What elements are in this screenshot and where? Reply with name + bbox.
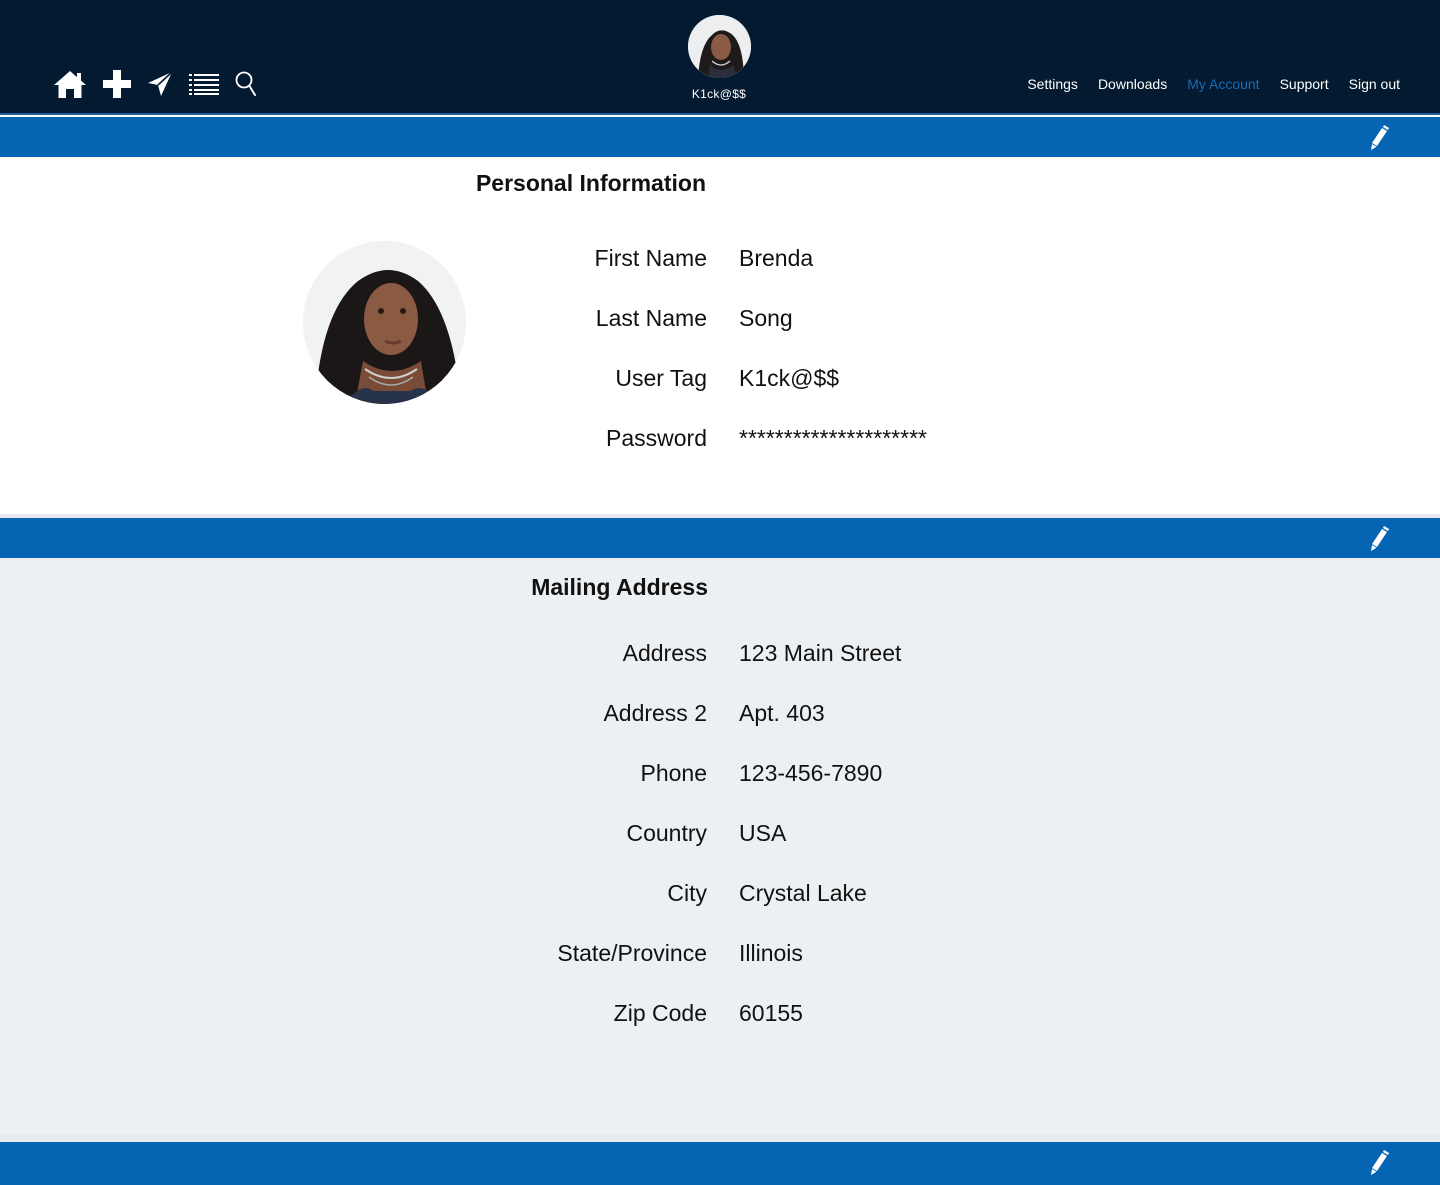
section-divider <box>0 1134 1440 1142</box>
nav-link-downloads[interactable]: Downloads <box>1098 76 1167 92</box>
nav-links: Settings Downloads My Account Support Si… <box>1007 76 1400 92</box>
last-name-row: Last Name Song <box>0 305 1440 335</box>
nav-link-sign-out[interactable]: Sign out <box>1349 76 1400 92</box>
first-name-value: Brenda <box>739 245 814 271</box>
address-label: Address <box>622 640 707 666</box>
country-value: USA <box>739 820 787 846</box>
home-icon[interactable] <box>52 68 88 100</box>
user-tag-value: K1ck@$$ <box>739 365 840 391</box>
password-label: Password <box>606 425 707 451</box>
send-icon[interactable] <box>146 70 174 98</box>
nav-link-my-account[interactable]: My Account <box>1187 76 1259 92</box>
address2-row: Address 2 Apt. 403 <box>0 700 1440 730</box>
personal-info-panel: Personal Information First Name Brenda L… <box>0 157 1440 514</box>
password-row: Password ********************* <box>0 425 1440 455</box>
city-label: City <box>667 880 707 906</box>
nav-profile: K1ck@$$ <box>680 15 758 101</box>
state-value: Illinois <box>739 940 803 966</box>
country-label: Country <box>626 820 707 846</box>
city-row: City Crystal Lake <box>0 880 1440 910</box>
nav-user-tag: K1ck@$$ <box>691 87 747 101</box>
user-tag-row: User Tag K1ck@$$ <box>0 365 1440 395</box>
nav-link-support[interactable]: Support <box>1280 76 1329 92</box>
last-name-label: Last Name <box>595 305 707 331</box>
user-tag-label: User Tag <box>615 365 707 391</box>
nav-link-settings[interactable]: Settings <box>1027 76 1078 92</box>
zip-code-label: Zip Code <box>613 1000 707 1026</box>
first-name-row: First Name Brenda <box>0 245 1440 275</box>
third-section-header-bar <box>0 1142 1440 1185</box>
first-name-label: First Name <box>594 245 707 271</box>
address2-value: Apt. 403 <box>739 700 825 726</box>
state-label: State/Province <box>557 940 707 966</box>
edit-personal-info-pencil-icon[interactable] <box>1368 125 1390 151</box>
avatar[interactable] <box>687 15 751 78</box>
personal-info-header-bar <box>0 117 1440 157</box>
personal-info-title: Personal Information <box>475 170 706 196</box>
state-row: State/Province Illinois <box>0 940 1440 970</box>
phone-row: Phone 123-456-7890 <box>0 760 1440 790</box>
last-name-value: Song <box>739 305 793 331</box>
phone-label: Phone <box>640 760 707 786</box>
phone-value: 123-456-7890 <box>739 760 883 786</box>
mailing-address-header-bar <box>0 518 1440 558</box>
top-navigation: K1ck@$$ Settings Downloads My Account Su… <box>0 0 1440 115</box>
zip-code-row: Zip Code 60155 <box>0 1000 1440 1030</box>
edit-third-section-pencil-icon[interactable] <box>1368 1150 1390 1176</box>
address-row: Address 123 Main Street <box>0 640 1440 670</box>
city-value: Crystal Lake <box>739 880 867 906</box>
zip-code-value: 60155 <box>739 1000 803 1026</box>
mailing-address-panel: Mailing Address Address 123 Main Street … <box>0 558 1440 1134</box>
edit-mailing-address-pencil-icon[interactable] <box>1368 526 1390 552</box>
mailing-address-title: Mailing Address <box>531 574 708 600</box>
country-row: Country USA <box>0 820 1440 850</box>
list-icon[interactable] <box>188 72 220 96</box>
address2-label: Address 2 <box>603 700 707 726</box>
address-value: 123 Main Street <box>739 640 902 666</box>
nav-icon-group <box>52 66 272 102</box>
plus-icon[interactable] <box>102 69 132 99</box>
search-icon[interactable] <box>234 70 258 98</box>
password-value: ********************* <box>739 425 927 451</box>
